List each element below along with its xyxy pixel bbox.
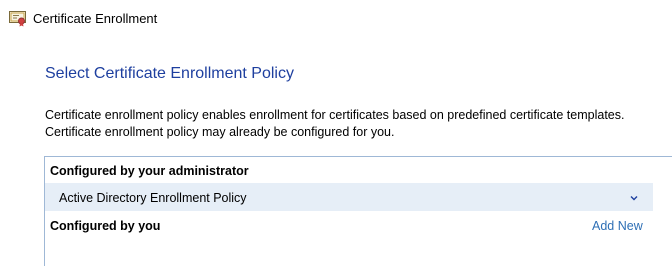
chevron-down-icon[interactable] bbox=[629, 190, 639, 201]
page-title: Select Certificate Enrollment Policy bbox=[45, 65, 294, 82]
title-bar: Certificate Enrollment bbox=[0, 0, 672, 38]
add-new-link[interactable]: Add New bbox=[592, 218, 643, 234]
policy-item-label: Active Directory Enrollment Policy bbox=[59, 191, 247, 205]
certificate-icon bbox=[9, 11, 27, 27]
policy-list-panel: Configured by your administrator Active … bbox=[44, 156, 672, 266]
description-text: Certificate enrollment policy may alread… bbox=[45, 125, 395, 139]
description-text: Certificate enrollment policy enables en… bbox=[45, 108, 625, 122]
section-title-administrator: Configured by your administrator bbox=[50, 164, 249, 178]
policy-item-active-directory[interactable]: Active Directory Enrollment Policy bbox=[45, 183, 653, 211]
section-title-user: Configured by you bbox=[50, 219, 161, 233]
window-title: Certificate Enrollment bbox=[33, 11, 158, 26]
